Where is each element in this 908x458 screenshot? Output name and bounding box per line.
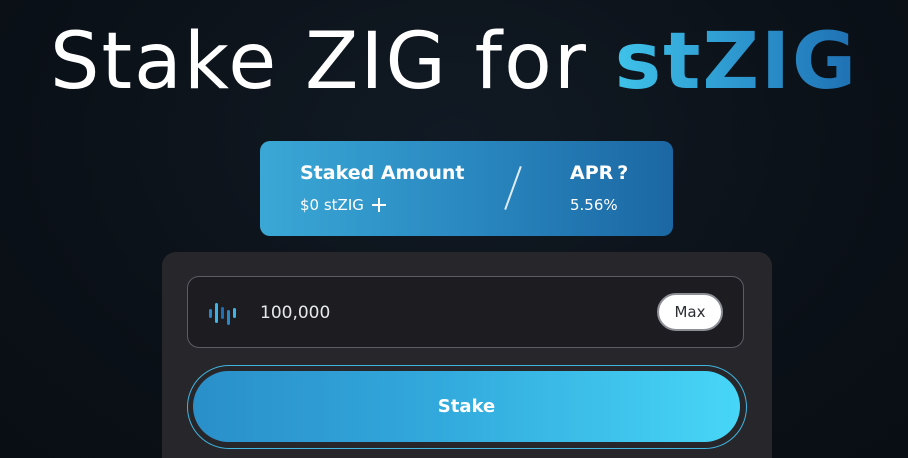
apr-label-row: APR? xyxy=(570,161,628,185)
stake-button-outline: Stake xyxy=(187,365,747,449)
apr-value: 5.56% xyxy=(570,196,618,214)
staked-amount-label: Staked Amount xyxy=(300,162,465,184)
zig-token-icon xyxy=(209,303,236,325)
add-token-plus-icon[interactable] xyxy=(371,198,386,212)
stats-divider xyxy=(504,166,522,210)
apr-stat: APR? 5.56% xyxy=(570,161,628,215)
staked-amount-stat: Staked Amount $0 stZIG xyxy=(300,161,465,215)
page-title-prefix: Stake ZIG for xyxy=(49,17,615,107)
stake-button[interactable]: Stake xyxy=(193,371,740,442)
apr-help-icon[interactable]: ? xyxy=(617,162,628,184)
apr-label: APR xyxy=(570,162,614,184)
page-title: Stake ZIG for stZIG xyxy=(0,16,908,108)
stake-panel: Max Stake xyxy=(162,252,772,458)
stake-amount-input[interactable] xyxy=(260,299,640,327)
staked-amount-value-row: $0 stZIG xyxy=(300,195,465,215)
staking-stats-card: Staked Amount $0 stZIG APR? 5.56% xyxy=(260,141,673,236)
max-button[interactable]: Max xyxy=(657,293,723,331)
page-title-accent: stZIG xyxy=(614,17,859,107)
amount-field: Max xyxy=(187,276,744,348)
staked-amount-value: $0 stZIG xyxy=(300,196,364,214)
stake-page: Stake ZIG for stZIG Staked Amount $0 stZ… xyxy=(0,0,908,458)
